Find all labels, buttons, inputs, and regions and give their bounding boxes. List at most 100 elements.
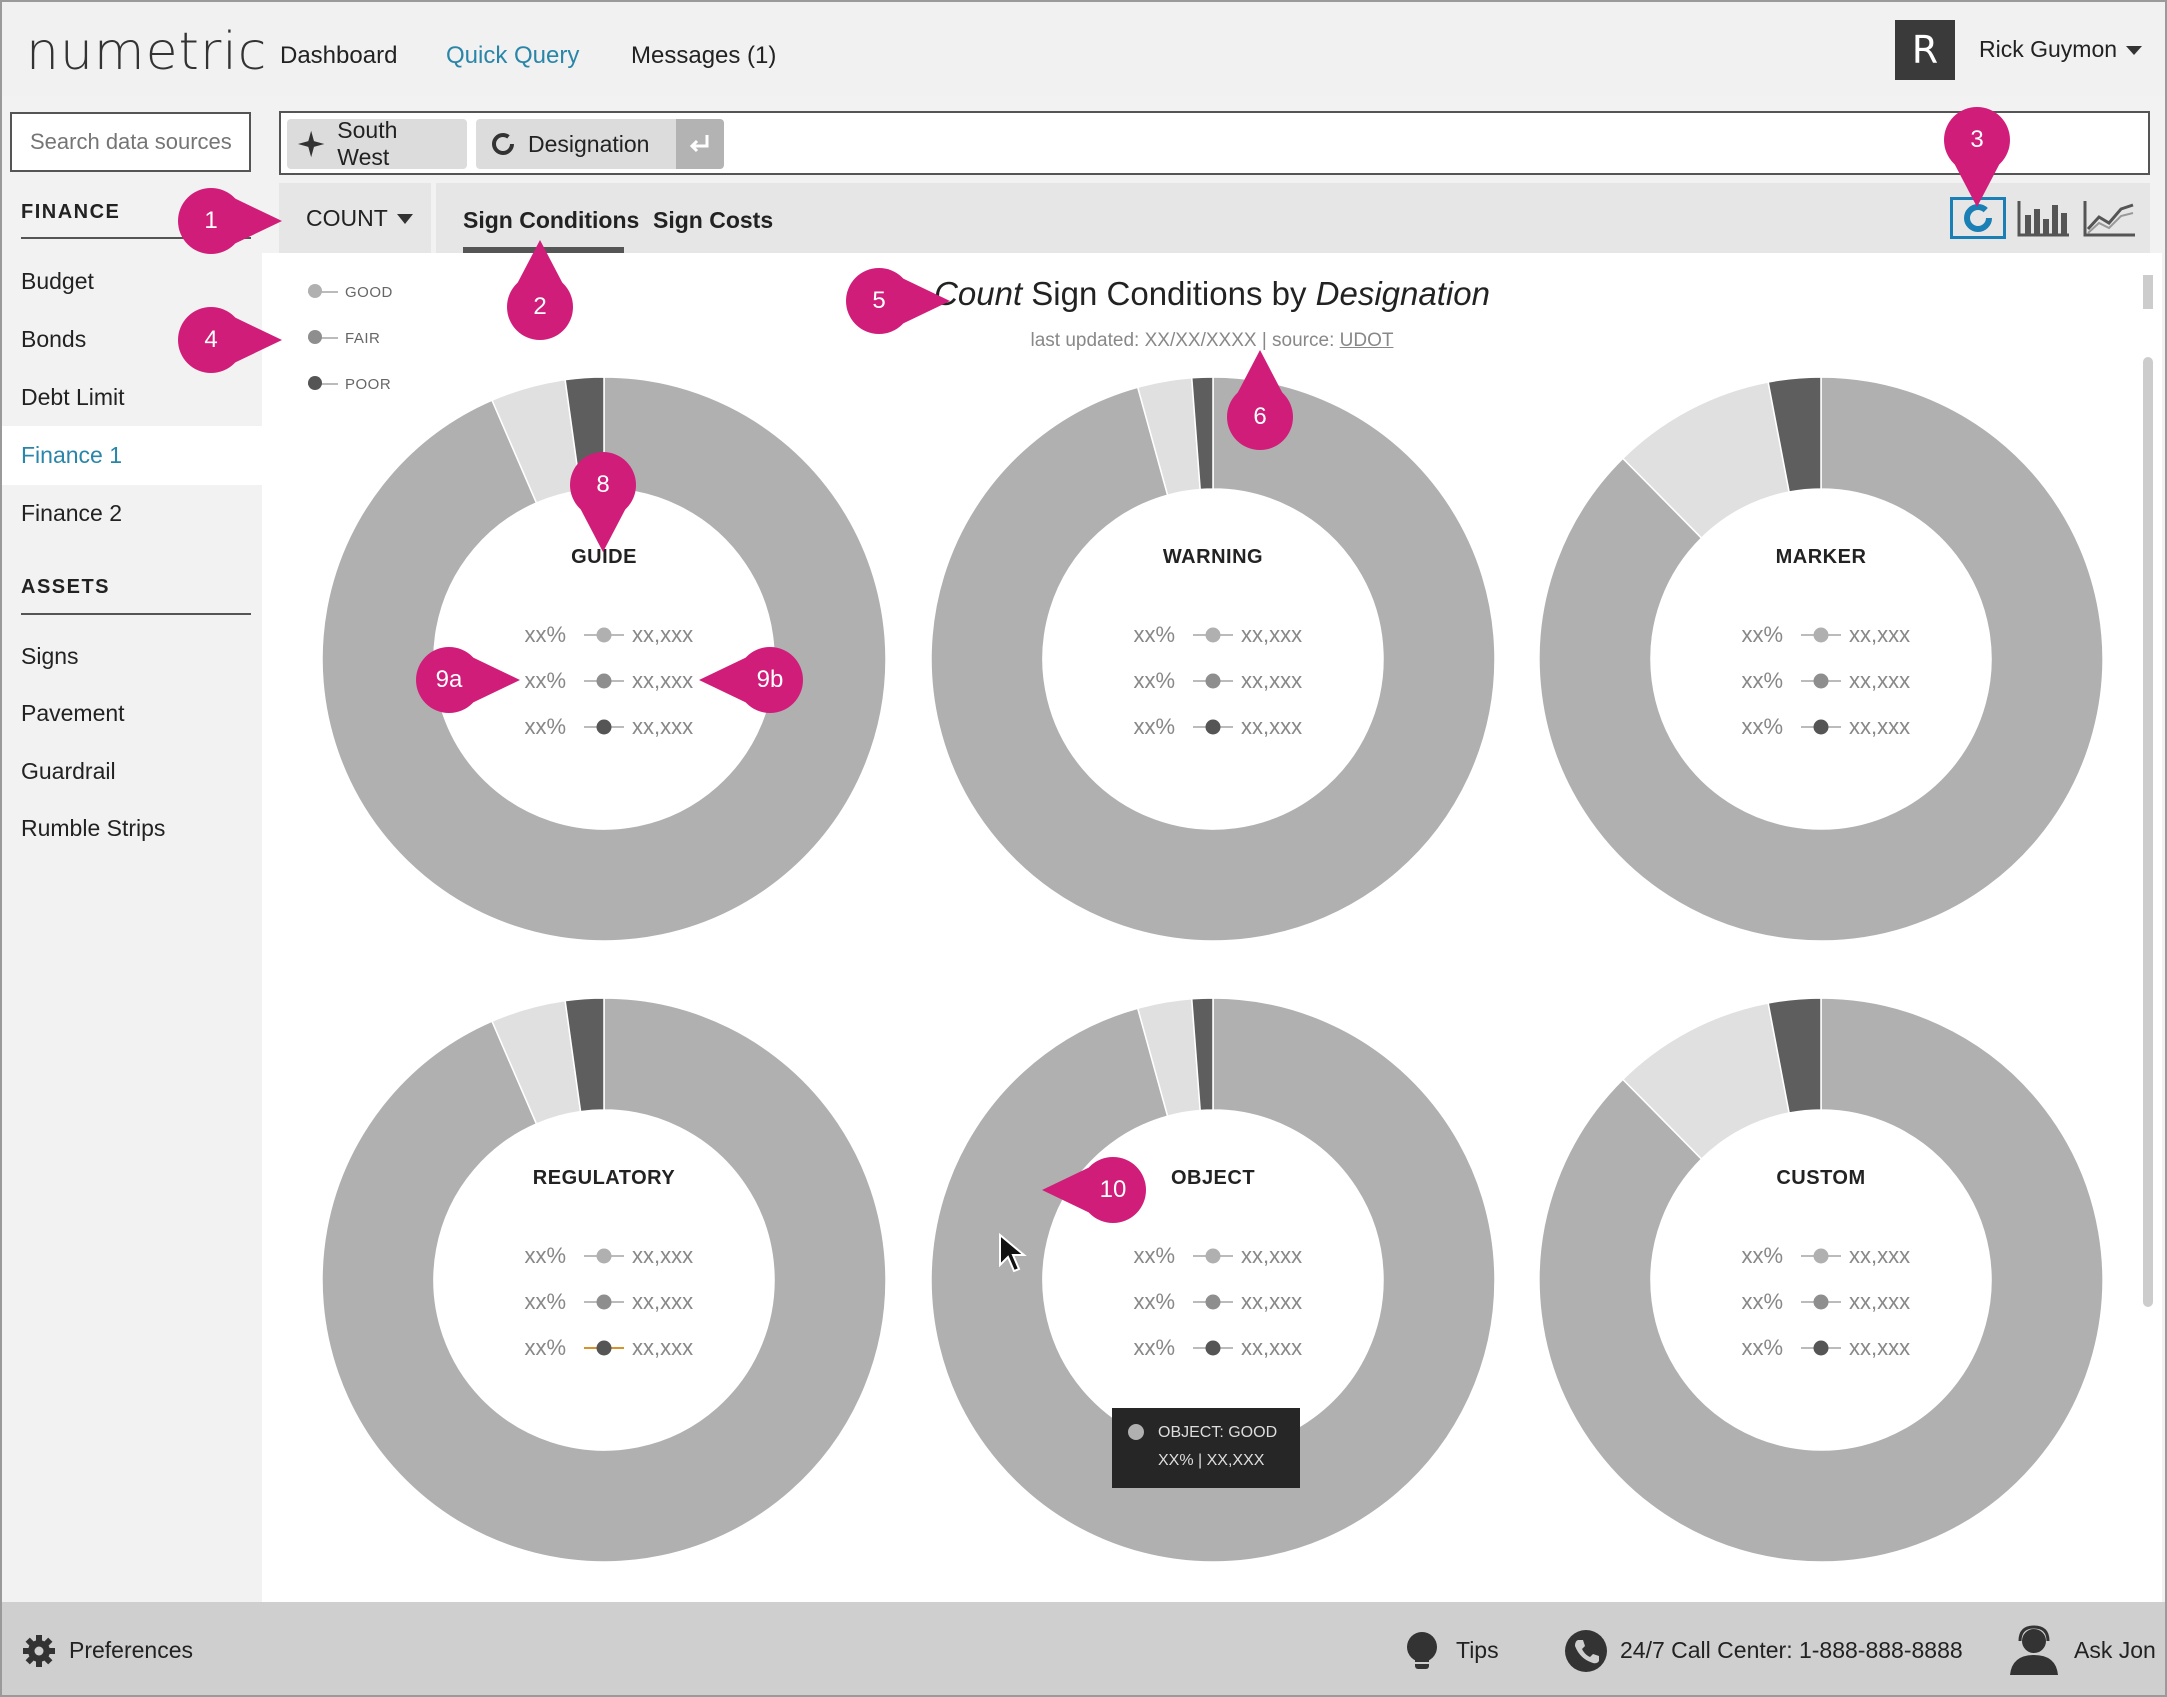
- donut-row-percent: xx%: [1133, 1243, 1175, 1268]
- chart-area: GOOD FAIR POOR Count Sign Conditions by …: [262, 253, 2162, 1602]
- donut-center-title: OBJECT: [1171, 1167, 1255, 1189]
- donut-row-value: xx,xxx: [1849, 1243, 1910, 1268]
- donut-row-value: xx,xxx: [1241, 1335, 1302, 1360]
- donut-row-value: xx,xxx: [1241, 622, 1302, 647]
- donut-row-percent: xx%: [1133, 668, 1175, 693]
- view-bar-button[interactable]: [2016, 197, 2072, 239]
- sidebar-heading-finance: FINANCE: [21, 201, 121, 223]
- callout-marker: 1: [178, 188, 282, 254]
- donut-row-dot: [1813, 673, 1829, 689]
- donut-row-value: xx,xxx: [1849, 668, 1910, 693]
- filter-chip-south-west[interactable]: South West: [287, 117, 467, 170]
- donut-row-percent: xx%: [1741, 1289, 1783, 1314]
- donut-row-dot: [1205, 673, 1221, 689]
- donut-row-value: xx,xxx: [1241, 1289, 1302, 1314]
- donut-row-percent: xx%: [524, 668, 566, 693]
- sidebar-item-finance-1[interactable]: Finance 1: [2, 426, 262, 485]
- view-line-button[interactable]: [2082, 197, 2138, 239]
- avatar[interactable]: R: [1895, 20, 1955, 80]
- sparkle-icon: [297, 130, 325, 158]
- sidebar-item-rumble-strips[interactable]: Rumble Strips: [2, 800, 262, 856]
- sidebar-item-budget[interactable]: Budget: [2, 253, 262, 309]
- nav-quick-query[interactable]: Quick Query: [446, 42, 579, 70]
- donut-row-percent: xx%: [1741, 622, 1783, 647]
- sidebar-item-finance-2[interactable]: Finance 2: [2, 485, 262, 541]
- preferences-label: Preferences: [69, 1637, 194, 1663]
- ask-jon-label: Ask Jon: [2074, 1637, 2156, 1663]
- callout-marker: 4: [178, 307, 282, 373]
- donut-row-value: xx,xxx: [1849, 622, 1910, 647]
- ask-jon-button[interactable]: Ask Jon: [2006, 1602, 2156, 1695]
- donut-row-value: xx,xxx: [632, 668, 693, 693]
- sidebar-item-debt-limit[interactable]: Debt Limit: [2, 369, 262, 425]
- sidebar-item-signs[interactable]: Signs: [2, 628, 262, 684]
- donut-row-value: xx,xxx: [632, 1289, 693, 1314]
- donut-row-dot: [596, 1294, 612, 1310]
- tooltip-value: XX% | XX,XXX: [1158, 1452, 1265, 1469]
- donut-row-dot: [1813, 1294, 1829, 1310]
- donut-row-value: xx,xxx: [1849, 1289, 1910, 1314]
- donut-center-title: MARKER: [1776, 546, 1867, 568]
- enter-button[interactable]: [676, 119, 724, 169]
- user-menu-caret-icon[interactable]: [2126, 46, 2142, 55]
- divider: [21, 613, 251, 615]
- donut-row-dot: [1205, 627, 1221, 643]
- donut-row-percent: xx%: [1133, 1335, 1175, 1360]
- filter-chip-designation[interactable]: Designation: [476, 119, 676, 169]
- donut-row-percent: xx%: [1741, 1335, 1783, 1360]
- donut-row-percent: xx%: [524, 1335, 566, 1360]
- nav-dashboard[interactable]: Dashboard: [280, 42, 397, 70]
- donut-row-percent: xx%: [524, 714, 566, 739]
- tips-button[interactable]: Tips: [1400, 1602, 1499, 1695]
- donut-row-dot: [1813, 1340, 1829, 1356]
- user-menu[interactable]: Rick Guymon: [1979, 36, 2117, 63]
- donut-row-dot: [1813, 1248, 1829, 1264]
- donut-row-dot: [1205, 1340, 1221, 1356]
- tooltip-title: OBJECT: GOOD: [1158, 1424, 1278, 1441]
- nav-messages[interactable]: Messages (1): [631, 42, 776, 70]
- chevron-down-icon[interactable]: [397, 214, 413, 224]
- search-input[interactable]: [10, 112, 251, 172]
- donut-row-percent: xx%: [1133, 622, 1175, 647]
- chip-label: Designation: [528, 130, 650, 157]
- donut-row-value: xx,xxx: [1241, 714, 1302, 739]
- donut-row-dot: [596, 1248, 612, 1264]
- donut-row-value: xx,xxx: [1241, 1243, 1302, 1268]
- callout-marker: 8: [570, 452, 636, 552]
- sidebar-heading-assets: ASSETS: [21, 576, 111, 598]
- sidebar-item-guardrail[interactable]: Guardrail: [2, 743, 262, 799]
- preferences-button[interactable]: Preferences: [21, 1602, 194, 1695]
- callout-marker: 5: [846, 268, 950, 334]
- donut-row-dot: [596, 673, 612, 689]
- tips-label: Tips: [1456, 1637, 1499, 1663]
- donut-row-dot: [1205, 1248, 1221, 1264]
- donut-row-percent: xx%: [524, 622, 566, 647]
- callout-marker: 9a: [416, 647, 520, 713]
- call-center-button[interactable]: 24/7 Call Center: 1-888-888-8888: [1564, 1602, 1963, 1695]
- donut-row-value: xx,xxx: [1849, 714, 1910, 739]
- donut-row-dot: [1205, 1294, 1221, 1310]
- tab-sign-costs[interactable]: Sign Costs: [653, 207, 773, 234]
- donut-row-dot: [1205, 719, 1221, 735]
- donut-center-title: CUSTOM: [1776, 1167, 1865, 1189]
- donut-row-percent: xx%: [524, 1289, 566, 1314]
- donut-row-value: xx,xxx: [632, 1335, 693, 1360]
- call-center-label: 24/7 Call Center: 1-888-888-8888: [1620, 1637, 1963, 1663]
- donut-row-percent: xx%: [1741, 668, 1783, 693]
- donut-row-percent: xx%: [1133, 1289, 1175, 1314]
- donut-row-value: xx,xxx: [632, 622, 693, 647]
- donut-row-dot: [596, 719, 612, 735]
- tab-sign-conditions[interactable]: Sign Conditions: [463, 207, 639, 234]
- callout-marker: 6: [1227, 350, 1293, 450]
- sidebar-item-pavement[interactable]: Pavement: [2, 685, 262, 741]
- chart-tooltip: OBJECT: GOOD XX% | XX,XXX: [1112, 1408, 1300, 1488]
- donut-row-percent: xx%: [1741, 714, 1783, 739]
- chip-label: South West: [337, 117, 398, 170]
- donut-center-title: REGULATORY: [533, 1167, 676, 1189]
- person-icon: [2010, 1624, 2058, 1675]
- donut-row-value: xx,xxx: [1241, 668, 1302, 693]
- phone-icon: [1565, 1629, 1607, 1672]
- donut-row-dot: [596, 627, 612, 643]
- query-bar[interactable]: South West Designation: [279, 111, 2150, 175]
- donut-row-percent: xx%: [1741, 1243, 1783, 1268]
